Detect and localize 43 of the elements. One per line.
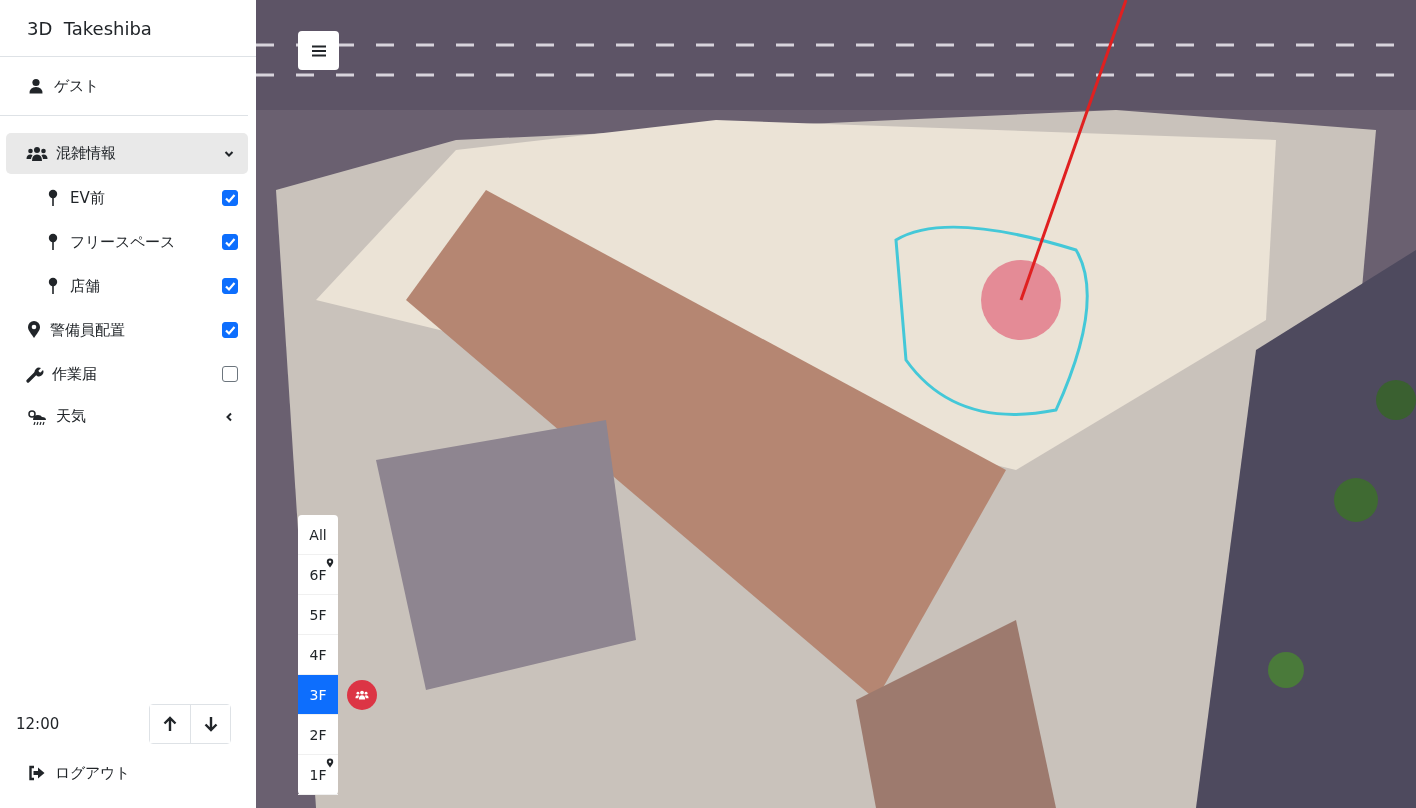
- checkbox[interactable]: [222, 322, 238, 338]
- menu-label: 作業届: [52, 364, 98, 384]
- checkbox[interactable]: [222, 234, 238, 250]
- floor-button[interactable]: 1F: [298, 755, 338, 795]
- map-pin-icon: [326, 558, 334, 568]
- menu-label: 混雑情報: [56, 144, 117, 163]
- menu-label: EV前: [70, 188, 106, 208]
- logout-icon: [28, 765, 46, 781]
- people-icon: [355, 690, 369, 700]
- checkbox[interactable]: [222, 278, 238, 294]
- menu-label: フリースペース: [70, 232, 176, 252]
- menu-button[interactable]: [298, 31, 339, 70]
- people-icon: [26, 145, 48, 162]
- menu-label: 天気: [56, 407, 87, 426]
- pushpin-icon: [48, 189, 58, 207]
- floor-button[interactable]: All: [298, 515, 338, 555]
- floor-button[interactable]: 6F: [298, 555, 338, 595]
- checkbox[interactable]: [222, 366, 238, 382]
- menu-group[interactable]: 混雑情報: [6, 133, 248, 174]
- user-name: ゲスト: [54, 76, 99, 96]
- floor-button[interactable]: 3F: [298, 675, 338, 715]
- logout-label: ログアウト: [55, 763, 130, 783]
- menu-icon: [311, 44, 326, 57]
- pushpin-icon: [48, 233, 58, 251]
- map-pin-icon: [26, 321, 42, 339]
- menu-label: 警備員配置: [50, 320, 126, 340]
- user-icon: [28, 78, 44, 94]
- wrench-icon: [26, 365, 44, 383]
- chevron-left-icon: [224, 411, 234, 422]
- cloud-rain-icon: [26, 408, 48, 425]
- app-title: 3D Takeshiba: [27, 17, 152, 39]
- menu-group[interactable]: 天気: [6, 396, 248, 437]
- floor-button[interactable]: 5F: [298, 595, 338, 635]
- down-button[interactable]: [190, 705, 230, 743]
- map-pin-icon: [326, 758, 334, 768]
- time-label: 12:00: [16, 715, 60, 733]
- logout-link[interactable]: ログアウト: [28, 756, 130, 790]
- arrow-down-icon: [203, 716, 218, 732]
- checkbox[interactable]: [222, 190, 238, 206]
- arrow-up-icon: [163, 716, 177, 732]
- floor-button[interactable]: 2F: [298, 715, 338, 755]
- menu-label: 店舗: [70, 276, 101, 296]
- pushpin-icon: [48, 277, 58, 295]
